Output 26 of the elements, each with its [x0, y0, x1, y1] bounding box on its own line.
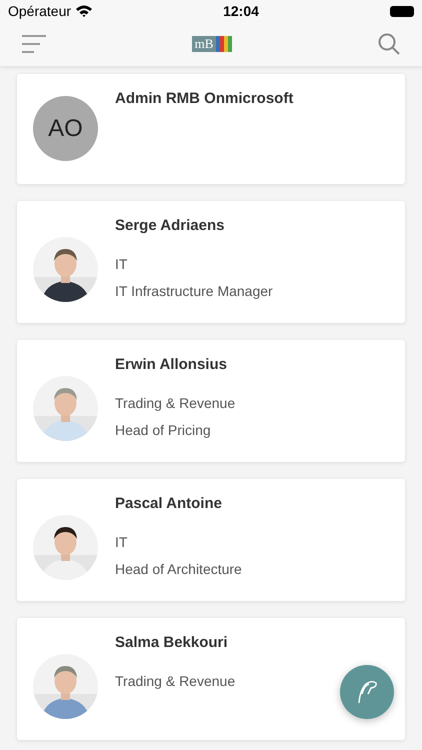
contact-department: Trading & Revenue: [115, 673, 236, 689]
contact-card[interactable]: Pascal Antoine IT Head of Architecture: [17, 479, 405, 601]
contact-card[interactable]: Serge Adriaens IT IT Infrastructure Manager: [17, 201, 405, 323]
contact-name: Salma Bekkouri: [115, 634, 228, 651]
contact-name: Erwin Allonsius: [115, 356, 227, 373]
contact-title: IT Infrastructure Manager: [115, 283, 273, 299]
contact-department: IT: [115, 256, 128, 272]
contact-title: Head of Pricing: [115, 422, 211, 438]
contact-name: Admin RMB Onmicrosoft: [115, 90, 294, 107]
wifi-icon: [76, 5, 92, 17]
clock: 12:04: [223, 3, 259, 19]
feather-icon: [356, 680, 378, 704]
avatar-initials: AO: [33, 96, 98, 161]
contact-card[interactable]: Salma Bekkouri Trading & Revenue: [17, 618, 405, 740]
contact-department: IT: [115, 534, 128, 550]
menu-icon[interactable]: [22, 35, 46, 53]
search-icon[interactable]: [378, 33, 400, 55]
contact-department: Trading & Revenue: [115, 395, 236, 411]
carrier-label: Opérateur: [8, 3, 72, 19]
contact-title: Head of Architecture: [115, 561, 242, 577]
battery-icon: [390, 6, 414, 16]
logo: mB: [192, 36, 232, 52]
contact-card[interactable]: AO Admin RMB Onmicrosoft: [17, 74, 405, 184]
contact-card[interactable]: Erwin Allonsius Trading & Revenue Head of Pricing: [17, 340, 405, 462]
contact-name: Serge Adriaens: [115, 217, 224, 234]
contact-name: Pascal Antoine: [115, 495, 222, 512]
